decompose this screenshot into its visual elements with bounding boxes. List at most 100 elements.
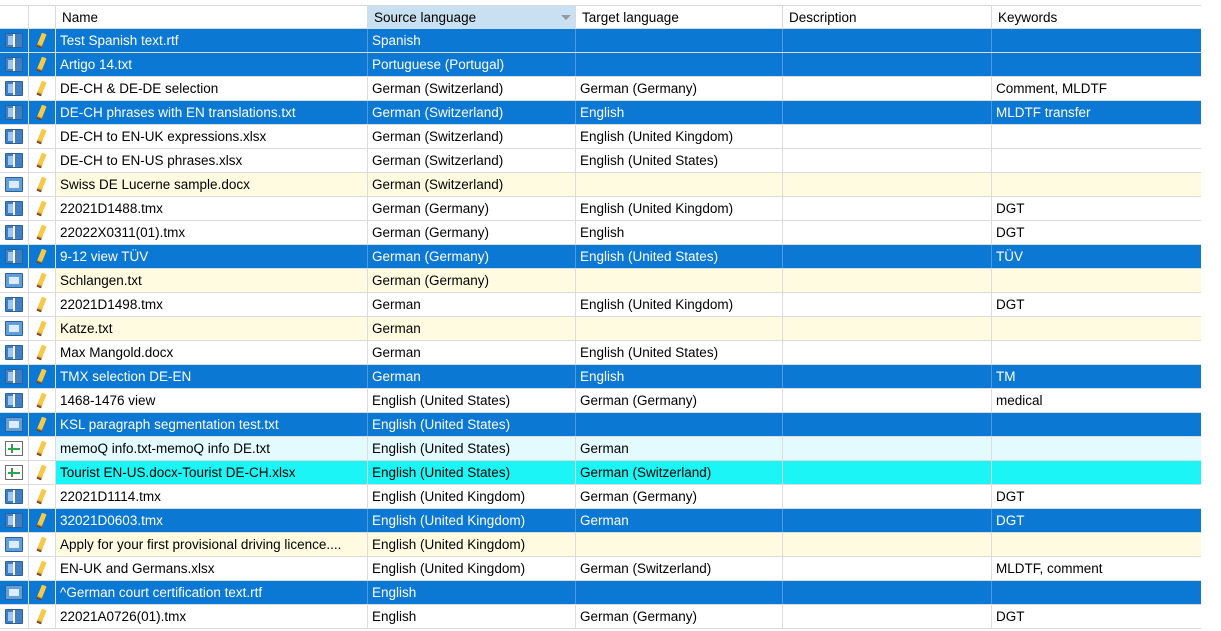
pencil-icon[interactable] [36, 320, 47, 337]
pencil-icon[interactable] [36, 272, 47, 289]
table-row[interactable]: 1468-1476 view English (United States) Ger… [0, 389, 1201, 413]
table-row[interactable]: Artigo 14.txt Portuguese (Portugal) [0, 53, 1201, 77]
name-cell[interactable]: Apply for your first provisional driving… [56, 533, 368, 556]
target-language-cell[interactable]: English [576, 221, 783, 244]
source-language-cell[interactable]: German (Switzerland) [368, 149, 576, 172]
resource-grid[interactable]: Name Source language Target language Des… [0, 5, 1201, 629]
description-cell[interactable] [783, 389, 992, 412]
target-language-cell[interactable]: English [576, 101, 783, 124]
description-cell[interactable] [783, 173, 992, 196]
name-cell[interactable]: memoQ info.txt-memoQ info DE.txt [56, 437, 368, 460]
keywords-cell[interactable]: DGT [992, 509, 1201, 532]
edit-cell[interactable] [29, 125, 56, 148]
table-row[interactable]: Max Mangold.docx German English (United St… [0, 341, 1201, 365]
row-type-cell[interactable] [0, 29, 29, 52]
name-cell[interactable]: DE-CH to EN-UK expressions.xlsx [56, 125, 368, 148]
keywords-cell[interactable]: DGT [992, 605, 1201, 628]
table-row[interactable]: TMX selection DE-EN German English TM [0, 365, 1201, 389]
source-language-cell[interactable]: English (United Kingdom) [368, 557, 576, 580]
keywords-cell[interactable]: Comment, MLDTF [992, 77, 1201, 100]
target-language-cell[interactable]: German [576, 509, 783, 532]
pencil-icon[interactable] [36, 392, 47, 409]
source-language-cell[interactable]: English (United States) [368, 461, 576, 484]
description-cell[interactable] [783, 293, 992, 316]
keywords-cell[interactable] [992, 269, 1201, 292]
name-cell[interactable]: Tourist EN-US.docx-Tourist DE-CH.xlsx [56, 461, 368, 484]
source-language-cell[interactable]: German (Germany) [368, 245, 576, 268]
target-language-cell[interactable]: German (Switzerland) [576, 461, 783, 484]
source-language-cell[interactable]: German [368, 317, 576, 340]
target-language-cell[interactable] [576, 413, 783, 436]
keywords-cell[interactable] [992, 413, 1201, 436]
row-type-cell[interactable] [0, 461, 29, 484]
row-type-cell[interactable] [0, 509, 29, 532]
name-cell[interactable]: 22021A0726(01).tmx [56, 605, 368, 628]
keywords-cell[interactable] [992, 317, 1201, 340]
name-cell[interactable]: TMX selection DE-EN [56, 365, 368, 388]
name-cell[interactable]: 22021D1114.tmx [56, 485, 368, 508]
target-language-cell[interactable]: English (United Kingdom) [576, 197, 783, 220]
name-cell[interactable]: 32021D0603.tmx [56, 509, 368, 532]
description-cell[interactable] [783, 149, 992, 172]
pencil-icon[interactable] [36, 488, 47, 505]
target-language-cell[interactable] [576, 581, 783, 604]
keywords-cell[interactable]: DGT [992, 197, 1201, 220]
row-type-cell[interactable] [0, 53, 29, 76]
description-cell[interactable] [783, 77, 992, 100]
pencil-icon[interactable] [36, 512, 47, 529]
name-cell[interactable]: DE-CH phrases with EN translations.txt [56, 101, 368, 124]
row-type-cell[interactable] [0, 293, 29, 316]
table-row[interactable]: Apply for your first provisional driving… [0, 533, 1201, 557]
name-cell[interactable]: ^German court certification text.rtf [56, 581, 368, 604]
keywords-cell[interactable] [992, 533, 1201, 556]
name-cell[interactable]: Swiss DE Lucerne sample.docx [56, 173, 368, 196]
target-language-cell[interactable]: German (Germany) [576, 389, 783, 412]
row-type-cell[interactable] [0, 341, 29, 364]
source-language-cell[interactable]: German [368, 341, 576, 364]
pencil-icon[interactable] [36, 80, 47, 97]
edit-cell[interactable] [29, 29, 56, 52]
row-type-cell[interactable] [0, 221, 29, 244]
header-icon-column[interactable] [0, 6, 29, 29]
edit-cell[interactable] [29, 317, 56, 340]
source-language-cell[interactable]: English [368, 581, 576, 604]
target-language-cell[interactable] [576, 533, 783, 556]
edit-cell[interactable] [29, 269, 56, 292]
description-cell[interactable] [783, 221, 992, 244]
description-cell[interactable] [783, 245, 992, 268]
edit-cell[interactable] [29, 221, 56, 244]
pencil-icon[interactable] [36, 248, 47, 265]
source-language-cell[interactable]: German [368, 293, 576, 316]
edit-cell[interactable] [29, 581, 56, 604]
source-language-cell[interactable]: English (United States) [368, 389, 576, 412]
target-language-cell[interactable]: English (United States) [576, 341, 783, 364]
edit-cell[interactable] [29, 101, 56, 124]
source-language-cell[interactable]: English [368, 605, 576, 628]
name-cell[interactable]: 22021D1488.tmx [56, 197, 368, 220]
table-row[interactable]: 22022X0311(01).tmx German (Germany) Englis… [0, 221, 1201, 245]
table-row[interactable]: DE-CH & DE-DE selection German (Switzerla… [0, 77, 1201, 101]
row-type-cell[interactable] [0, 317, 29, 340]
table-row[interactable]: DE-CH phrases with EN translations.txt Ge… [0, 101, 1201, 125]
description-cell[interactable] [783, 125, 992, 148]
source-language-cell[interactable]: English (United Kingdom) [368, 509, 576, 532]
row-type-cell[interactable] [0, 581, 29, 604]
header-source-language[interactable]: Source language [368, 6, 576, 29]
pencil-icon[interactable] [36, 104, 47, 121]
name-cell[interactable]: KSL paragraph segmentation test.txt [56, 413, 368, 436]
keywords-cell[interactable]: MLDTF transfer [992, 101, 1201, 124]
keywords-cell[interactable]: medical [992, 389, 1201, 412]
source-language-cell[interactable]: English (United Kingdom) [368, 485, 576, 508]
row-type-cell[interactable] [0, 245, 29, 268]
row-type-cell[interactable] [0, 485, 29, 508]
keywords-cell[interactable]: TÜV [992, 245, 1201, 268]
description-cell[interactable] [783, 533, 992, 556]
target-language-cell[interactable] [576, 173, 783, 196]
edit-cell[interactable] [29, 533, 56, 556]
pencil-icon[interactable] [36, 200, 47, 217]
pencil-icon[interactable] [36, 224, 47, 241]
description-cell[interactable] [783, 557, 992, 580]
target-language-cell[interactable]: English (United States) [576, 245, 783, 268]
name-cell[interactable]: Katze.txt [56, 317, 368, 340]
edit-cell[interactable] [29, 197, 56, 220]
